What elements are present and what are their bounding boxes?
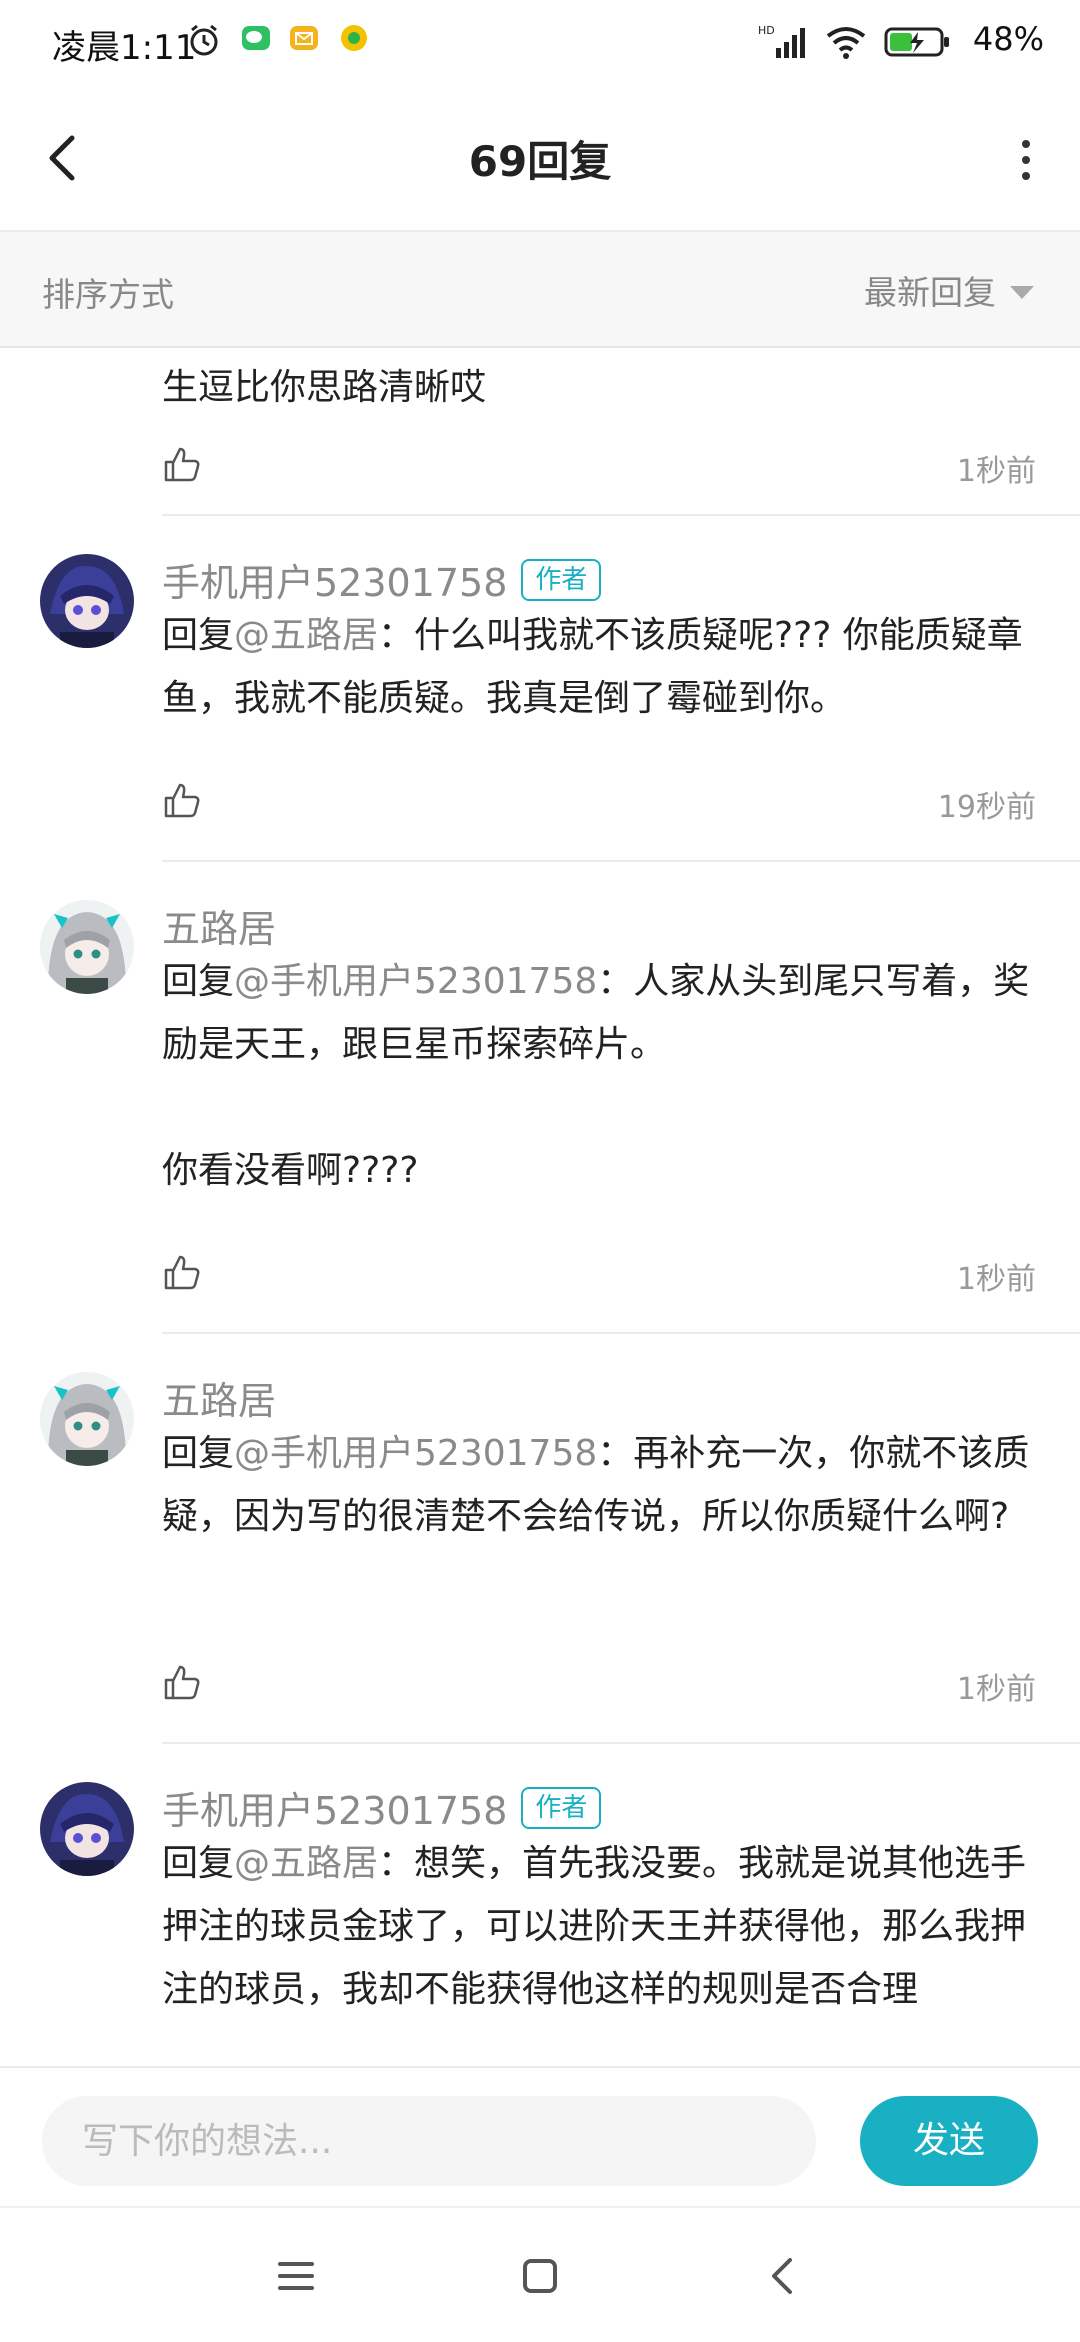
wifi-icon [824, 24, 868, 64]
home-square-icon [523, 2259, 557, 2293]
sort-bar: 排序方式 最新回复 [0, 232, 1080, 348]
more-options-button[interactable] [1006, 120, 1046, 200]
mention-link[interactable]: @手机用户52301758 [234, 961, 597, 1002]
thumbs-up-icon [164, 1665, 200, 1700]
sort-dropdown[interactable]: 最新回复 [864, 266, 1034, 314]
thumbs-up-icon [164, 783, 200, 818]
thumbs-up-icon [164, 1255, 200, 1290]
chevron-left-icon [772, 2258, 792, 2294]
mention-link[interactable]: @五路居 [234, 1843, 378, 1884]
comment-time: 1秒前 [956, 1262, 1036, 1297]
like-button[interactable] [162, 444, 202, 484]
sort-label: 排序方式 [42, 275, 174, 314]
like-button[interactable] [162, 1662, 202, 1702]
mention-link[interactable]: @手机用户52301758 [234, 1433, 597, 1474]
comment-author[interactable]: 手机用户52301758 作者 [162, 552, 602, 607]
wechat-icon [240, 22, 272, 58]
comment-item: 五路居 回复@手机用户52301758：再补充一次，你就不该质疑，因为写的很清楚… [0, 1334, 1080, 1744]
purple-anime-avatar-icon [40, 554, 134, 648]
mention-link[interactable]: @五路居 [234, 615, 378, 656]
comment-body: 回复@五路居：想笑，首先我没要。我就是说其他选手押注的球员金球了，可以进阶天王并… [162, 1843, 1027, 2010]
page-header: 69回复 [0, 90, 1080, 232]
author-name: 五路居 [162, 907, 277, 951]
comment-author[interactable]: 五路居 [162, 1370, 276, 1425]
more-vertical-icon [1022, 140, 1030, 180]
status-time: 凌晨1:11 [52, 28, 197, 68]
avatar[interactable] [40, 554, 134, 648]
comment-item: 手机用户52301758 作者 回复@五路居：想笑，首先我没要。我就是说其他选手… [0, 1744, 1080, 2066]
menu-icon [278, 2262, 314, 2290]
page-title: 69回复 [468, 137, 612, 186]
comment-body: 回复@五路居：什么叫我就不该质疑呢??? 你能质疑章鱼，我就不能质疑。我真是倒了… [162, 615, 1023, 719]
home-button[interactable] [510, 2246, 570, 2306]
author-name: 手机用户52301758 [162, 561, 508, 605]
comment-item: 手机用户52301758 作者 回复@五路居：什么叫我就不该质疑呢??? 你能质… [0, 516, 1080, 862]
send-button[interactable]: 发送 [860, 2096, 1038, 2186]
app-icon [338, 22, 370, 58]
comment-body: 回复@手机用户52301758：人家从头到尾只写着，奖励是天王，跟巨星币探索碎片… [162, 961, 1030, 1191]
system-nav-bar [0, 2206, 1080, 2342]
silver-hair-anime-avatar-icon [40, 900, 134, 994]
battery-icon [884, 26, 950, 62]
battery-percent: 48% [972, 20, 1044, 58]
alarm-icon [186, 22, 222, 62]
mail-icon [288, 22, 320, 58]
thumbs-up-icon [164, 447, 200, 482]
avatar[interactable] [40, 1372, 134, 1466]
author-badge: 作者 [521, 558, 602, 601]
author-badge: 作者 [521, 1786, 602, 1829]
comment-time: 1秒前 [956, 1672, 1036, 1707]
like-button[interactable] [162, 1252, 202, 1292]
sort-value: 最新回复 [864, 273, 996, 312]
silver-hair-anime-avatar-icon [40, 1372, 134, 1466]
comment-author[interactable]: 五路居 [162, 898, 276, 953]
comment-author[interactable]: 手机用户52301758 作者 [162, 1780, 602, 1835]
comment-input[interactable] [42, 2096, 816, 2186]
author-name: 手机用户52301758 [162, 1789, 508, 1833]
status-bar: 凌晨1:11 HD 48% [0, 0, 1080, 90]
like-button[interactable] [162, 780, 202, 820]
comment-feed[interactable]: 生逗比你思路清晰哎 1秒前 手机用户52301758 作者 回复@五路居：什么叫… [0, 348, 1080, 2066]
author-name: 五路居 [162, 1379, 277, 1423]
system-back-button[interactable] [754, 2246, 814, 2306]
comment-input-bar: 发送 [0, 2066, 1080, 2208]
comment-time: 1秒前 [956, 454, 1036, 489]
comment-item: 五路居 回复@手机用户52301758：人家从头到尾只写着，奖励是天王，跟巨星币… [0, 862, 1080, 1334]
comment-body: 回复@手机用户52301758：再补充一次，你就不该质疑，因为写的很清楚不会给传… [162, 1433, 1030, 1537]
avatar[interactable] [40, 900, 134, 994]
purple-anime-avatar-icon [40, 1782, 134, 1876]
menu-button[interactable] [266, 2246, 326, 2306]
comment-body: 生逗比你思路清晰哎 [162, 367, 487, 408]
caret-down-icon [1010, 285, 1034, 299]
network-type: HD [758, 24, 775, 37]
signal-icon: HD [758, 24, 814, 64]
avatar[interactable] [40, 1782, 134, 1876]
comment-item: 生逗比你思路清晰哎 1秒前 [0, 348, 1080, 516]
comment-time: 19秒前 [937, 790, 1036, 825]
